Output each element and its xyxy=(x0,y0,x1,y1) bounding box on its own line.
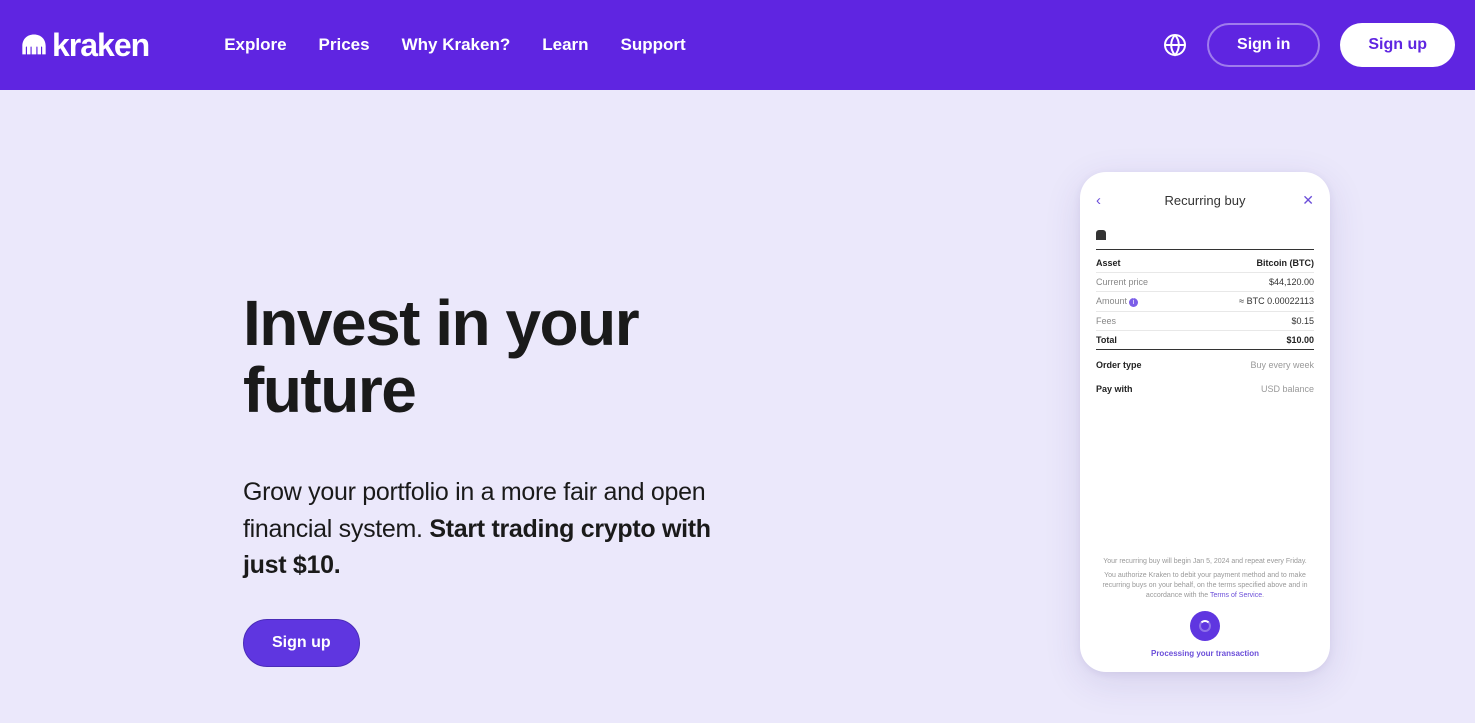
kraken-logo-icon xyxy=(20,31,48,59)
phone-footer: Your recurring buy will begin Jan 5, 202… xyxy=(1096,557,1314,657)
logo[interactable]: kraken xyxy=(20,27,149,64)
label-fees: Fees xyxy=(1096,316,1116,326)
phone-mockup: ‹ Recurring buy ✕ Asset Bitcoin (BTC) Cu… xyxy=(1080,172,1330,672)
hero-section: Invest in your future Grow your portfoli… xyxy=(0,90,935,723)
hero-subtitle: Grow your portfolio in a more fair and o… xyxy=(243,474,723,583)
disclaimer-schedule: Your recurring buy will begin Jan 5, 202… xyxy=(1096,557,1314,567)
value-total: $10.00 xyxy=(1286,335,1314,345)
main-content: Invest in your future Grow your portfoli… xyxy=(0,90,1475,723)
sign-in-button[interactable]: Sign in xyxy=(1207,23,1320,67)
sign-up-button-header[interactable]: Sign up xyxy=(1340,23,1455,67)
row-total: Total $10.00 xyxy=(1096,331,1314,350)
main-nav: Explore Prices Why Kraken? Learn Support xyxy=(224,35,686,55)
row-amount: Amounti ≈ BTC 0.00022113 xyxy=(1096,292,1314,312)
value-pay-with: USD balance xyxy=(1261,384,1314,394)
asset-icon-row xyxy=(1096,227,1314,250)
header-actions: Sign in Sign up xyxy=(1163,23,1455,67)
nav-support[interactable]: Support xyxy=(621,35,686,55)
label-order-type: Order type xyxy=(1096,360,1142,370)
logo-text: kraken xyxy=(52,27,149,64)
value-asset: Bitcoin (BTC) xyxy=(1257,258,1315,268)
label-price: Current price xyxy=(1096,277,1148,287)
row-current-price: Current price $44,120.00 xyxy=(1096,273,1314,292)
bitcoin-icon xyxy=(1096,230,1106,240)
row-order-type: Order type Buy every week xyxy=(1096,356,1314,374)
value-amount: ≈ BTC 0.00022113 xyxy=(1239,296,1314,307)
nav-learn[interactable]: Learn xyxy=(542,35,588,55)
phone-screen-title: Recurring buy xyxy=(1165,193,1246,208)
label-amount: Amounti xyxy=(1096,296,1138,307)
disclaimer-authorize: You authorize Kraken to debit your payme… xyxy=(1096,571,1314,600)
value-price: $44,120.00 xyxy=(1269,277,1314,287)
header: kraken Explore Prices Why Kraken? Learn … xyxy=(0,0,1475,90)
value-fees: $0.15 xyxy=(1291,316,1314,326)
label-asset: Asset xyxy=(1096,258,1121,268)
row-pay-with: Pay with USD balance xyxy=(1096,380,1314,398)
label-pay-with: Pay with xyxy=(1096,384,1133,394)
info-icon[interactable]: i xyxy=(1129,298,1138,307)
processing-spinner-button xyxy=(1190,611,1220,641)
hero-title: Invest in your future xyxy=(243,290,743,424)
back-icon[interactable]: ‹ xyxy=(1096,192,1110,209)
terms-link[interactable]: Terms of Service xyxy=(1210,592,1262,599)
processing-text: Processing your transaction xyxy=(1096,649,1314,658)
hero-illustration: ‹ Recurring buy ✕ Asset Bitcoin (BTC) Cu… xyxy=(935,90,1475,723)
row-fees: Fees $0.15 xyxy=(1096,312,1314,331)
globe-icon[interactable] xyxy=(1163,33,1187,57)
label-total: Total xyxy=(1096,335,1117,345)
close-icon[interactable]: ✕ xyxy=(1300,192,1314,209)
value-order-type: Buy every week xyxy=(1250,360,1314,370)
row-asset: Asset Bitcoin (BTC) xyxy=(1096,254,1314,273)
nav-explore[interactable]: Explore xyxy=(224,35,286,55)
phone-header: ‹ Recurring buy ✕ xyxy=(1096,192,1314,209)
nav-why-kraken[interactable]: Why Kraken? xyxy=(402,35,511,55)
sign-up-button-hero[interactable]: Sign up xyxy=(243,619,360,667)
nav-prices[interactable]: Prices xyxy=(319,35,370,55)
spinner-icon xyxy=(1199,620,1211,632)
